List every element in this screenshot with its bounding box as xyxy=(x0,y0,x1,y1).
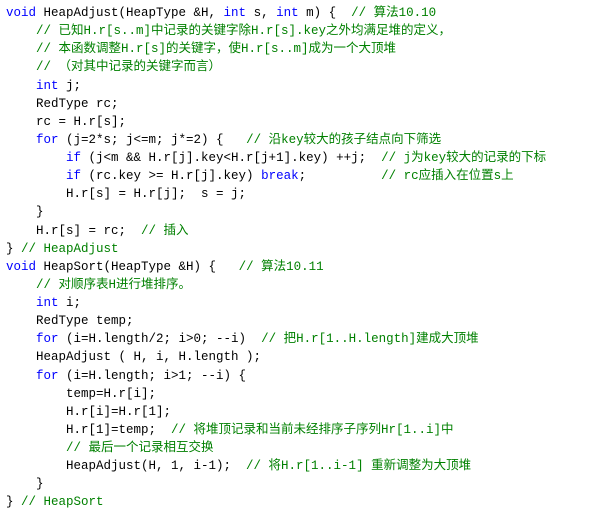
code-line-2: // 已知H.r[s..m]中记录的关键字除H.r[s].key之外均满足堆的定… xyxy=(6,22,590,40)
code-line-12: } xyxy=(6,203,590,221)
code-line-21: for (i=H.length; i>1; --i) { xyxy=(6,367,590,385)
code-line-24: H.r[1]=temp; // 将堆顶记录和当前未经排序子序列Hr[1..i]中 xyxy=(6,421,590,439)
code-line-19: for (i=H.length/2; i>0; --i) // 把H.r[1..… xyxy=(6,330,590,348)
code-line-23: H.r[i]=H.r[1]; xyxy=(6,403,590,421)
code-line-1: void HeapAdjust(HeapType &H, int s, int … xyxy=(6,4,590,22)
code-line-14: } // HeapAdjust xyxy=(6,240,590,258)
code-line-13: H.r[s] = rc; // 插入 xyxy=(6,222,590,240)
code-line-18: RedType temp; xyxy=(6,312,590,330)
code-line-5: int j; xyxy=(6,77,590,95)
code-line-17: int i; xyxy=(6,294,590,312)
code-line-15: void HeapSort(HeapType &H) { // 算法10.11 xyxy=(6,258,590,276)
code-line-9: if (j<m && H.r[j].key<H.r[j+1].key) ++j;… xyxy=(6,149,590,167)
code-line-8: for (j=2*s; j<=m; j*=2) { // 沿key较大的孩子结点… xyxy=(6,131,590,149)
code-line-7: rc = H.r[s]; xyxy=(6,113,590,131)
code-line-26: HeapAdjust(H, 1, i-1); // 将H.r[1..i-1] 重… xyxy=(6,457,590,475)
code-line-22: temp=H.r[i]; xyxy=(6,385,590,403)
code-line-25: // 最后一个记录相互交换 xyxy=(6,439,590,457)
code-line-16: // 对顺序表H进行堆排序。 xyxy=(6,276,590,294)
code-editor: void HeapAdjust(HeapType &H, int s, int … xyxy=(0,0,596,516)
code-line-3: // 本函数调整H.r[s]的关键字，使H.r[s..m]成为一个大顶堆 xyxy=(6,40,590,58)
code-line-11: H.r[s] = H.r[j]; s = j; xyxy=(6,185,590,203)
code-line-4: // （对其中记录的关键字而言） xyxy=(6,58,590,76)
code-line-10: if (rc.key >= H.r[j].key) break; // rc应插… xyxy=(6,167,590,185)
code-line-28: } // HeapSort xyxy=(6,493,590,511)
code-line-27: } xyxy=(6,475,590,493)
code-line-6: RedType rc; xyxy=(6,95,590,113)
code-line-20: HeapAdjust ( H, i, H.length ); xyxy=(6,348,590,366)
